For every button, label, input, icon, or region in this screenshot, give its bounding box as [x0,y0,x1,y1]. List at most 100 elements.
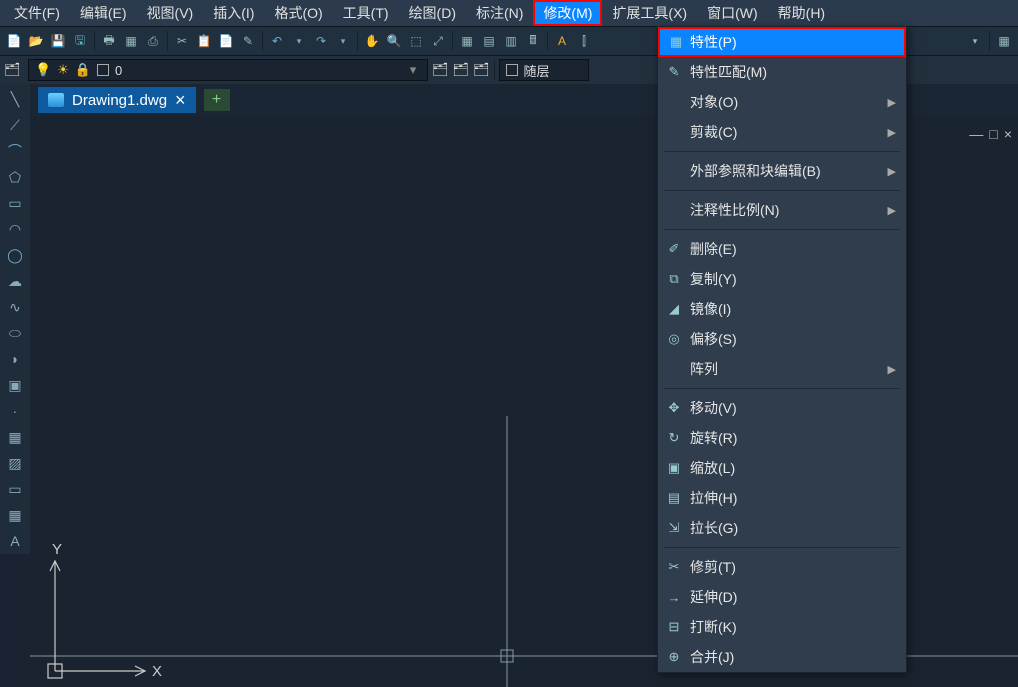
text-icon[interactable]: A [3,529,27,553]
modify-menu-dropdown: ▦特性(P)✎特性匹配(M)对象(O)▶剪裁(C)▶ 外部参照和块编辑(B)▶ 注释… [657,26,907,673]
block-icon[interactable]: ▣ [3,373,27,397]
design-center-icon[interactable]: ▤ [479,31,499,51]
maximize-icon[interactable]: □ [989,126,997,142]
layer-combo[interactable]: 💡 ☀ 🔒 0 ▾ [28,59,428,81]
menu-item[interactable]: ▦特性(P) [658,27,906,57]
menu-item[interactable]: 对象(O)▶ [658,87,906,117]
redo-icon[interactable]: ↷ [311,31,331,51]
minimize-icon[interactable]: — [969,126,983,142]
color-combo[interactable]: 随层 [499,59,589,81]
menu-modify[interactable]: 修改(M) [533,0,602,26]
ellipse-icon[interactable]: ⬭ [3,321,27,345]
menu-extend-tools[interactable]: 扩展工具(X) [602,0,697,26]
menu-help[interactable]: 帮助(H) [768,0,835,26]
menu-item[interactable]: ✥移动(V) [658,393,906,423]
close-icon[interactable]: × [1004,126,1012,142]
tool-palettes-icon[interactable]: ▥ [501,31,521,51]
menu-item[interactable]: ◎偏移(S) [658,324,906,354]
undo-icon[interactable]: ↶ [267,31,287,51]
revision-cloud-icon[interactable]: ☁ [3,269,27,293]
gradient-icon[interactable]: ▨ [3,451,27,475]
zoom-window-icon[interactable]: ⬚ [406,31,426,51]
menu-item[interactable]: ⊕合并(J) [658,642,906,672]
new-tab-button[interactable]: + [204,89,230,111]
drawing-tab[interactable]: Drawing1.dwg × [38,87,196,113]
rectangle-icon[interactable]: ▭ [3,191,27,215]
menu-item[interactable]: ▣缩放(L) [658,453,906,483]
menu-dimension[interactable]: 标注(N) [466,0,533,26]
ellipse-arc-icon[interactable]: ◗ [3,347,27,371]
menu-item[interactable]: 剪裁(C)▶ [658,117,906,147]
publish-icon[interactable]: ⎙ [143,31,163,51]
circle-icon[interactable]: ◯ [3,243,27,267]
zoom-icon[interactable]: 🔍 [384,31,404,51]
arc3p-icon[interactable]: ◠ [3,217,27,241]
cut-icon[interactable]: ✂ [172,31,192,51]
print-icon[interactable]: 🖶 [99,31,119,51]
copy-icon[interactable]: 📋 [194,31,214,51]
layer-manager-icon[interactable]: 🗂 [4,62,24,78]
arc-icon[interactable]: ⌒ [3,139,27,163]
redo-dd-icon[interactable]: ▾ [333,31,353,51]
menu-insert[interactable]: 插入(I) [203,0,264,26]
polygon-icon[interactable]: ⬠ [3,165,27,189]
region-icon[interactable]: ▭ [3,477,27,501]
preview-icon[interactable]: ▦ [121,31,141,51]
menu-edit[interactable]: 编辑(E) [70,0,137,26]
grid-icon[interactable]: ▦ [994,31,1014,51]
menu-item[interactable]: ◢镜像(I) [658,294,906,324]
menu-item[interactable]: 阵列▶ [658,354,906,384]
menu-format[interactable]: 格式(O) [264,0,332,26]
tab-close-icon[interactable]: × [175,90,186,111]
undo-dd-icon[interactable]: ▾ [289,31,309,51]
menu-tools[interactable]: 工具(T) [333,0,399,26]
layer-prev-icon[interactable]: 🗂 [432,62,449,78]
calc-icon[interactable]: 🖩 [523,31,543,51]
menu-item[interactable]: ↻旋转(R) [658,423,906,453]
layer-filter-icon[interactable]: 🗂 [473,62,490,78]
xline-icon[interactable]: ⟋ [3,113,27,137]
menu-view[interactable]: 视图(V) [137,0,204,26]
menu-window[interactable]: 窗口(W) [697,0,768,26]
menu-bar: 文件(F) 编辑(E) 视图(V) 插入(I) 格式(O) 工具(T) 绘图(D… [0,0,1018,26]
paste-icon[interactable]: 📄 [216,31,236,51]
menu-item[interactable]: ✐删除(E) [658,234,906,264]
dim-style-icon[interactable]: ⫿ [574,31,594,51]
zoom-extents-icon[interactable]: ⤢ [428,31,448,51]
save-all-icon[interactable]: 🖫 [70,31,90,51]
menu-draw[interactable]: 绘图(D) [399,0,466,26]
menu-file[interactable]: 文件(F) [4,0,70,26]
text-style-icon[interactable]: A [552,31,572,51]
line-icon[interactable]: ╲ [3,87,27,111]
open-icon[interactable]: 📂 [26,31,46,51]
workspace-dd-icon[interactable]: ▾ [965,31,985,51]
menu-item[interactable]: ⊟打断(K) [658,612,906,642]
point-icon[interactable]: ∙ [3,399,27,423]
save-icon[interactable]: 💾 [48,31,68,51]
tab-filename: Drawing1.dwg [72,92,167,109]
layer-state-icon[interactable]: 🗂 [453,62,470,78]
submenu-arrow-icon: ▶ [888,204,896,217]
match-icon[interactable]: ✎ [238,31,258,51]
menu-item-icon: ✐ [666,241,682,257]
new-icon[interactable]: 📄 [4,31,24,51]
bylayer-label: 随层 [524,61,550,80]
menu-item-label: 特性匹配(M) [690,62,767,82]
ucs-y-label: Y [52,541,62,558]
pan-icon[interactable]: ✋ [362,31,382,51]
spline-icon[interactable]: ∿ [3,295,27,319]
table-icon[interactable]: ▦ [3,503,27,527]
menu-item[interactable]: ▤拉伸(H) [658,483,906,513]
menu-item[interactable]: ⇲拉长(G) [658,513,906,543]
menu-item-icon: ▣ [666,460,682,476]
menu-item[interactable]: ✎特性匹配(M) [658,57,906,87]
submenu-arrow-icon: ▶ [888,363,896,376]
menu-item[interactable]: 外部参照和块编辑(B)▶ [658,156,906,186]
menu-item[interactable]: ✂修剪(T) [658,552,906,582]
properties-icon[interactable]: ▦ [457,31,477,51]
menu-item[interactable]: →延伸(D) [658,582,906,612]
menu-item[interactable]: 注释性比例(N)▶ [658,195,906,225]
menu-item[interactable]: ⧉复制(Y) [658,264,906,294]
lock-icon: 🔒 [75,62,91,78]
hatch-icon[interactable]: ▦ [3,425,27,449]
